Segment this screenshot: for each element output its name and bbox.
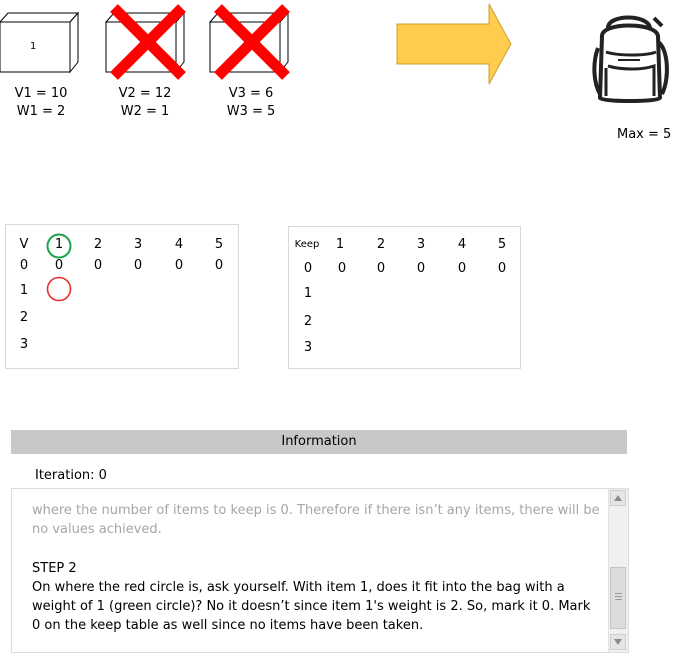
keep-table-row-label: 0 [303,261,313,276]
box-icon [0,11,80,74]
value-table-row-label: 3 [19,337,29,352]
red-circle-marker [46,276,72,302]
value-table-header-2: 2 [93,237,103,252]
value-table-cell: 0 [214,258,224,273]
item-1: 1 [0,6,80,86]
item-3-value: V3 = 6 [228,86,274,101]
item-2-value: V2 = 12 [118,86,172,101]
value-table-cell: 0 [133,258,143,273]
keep-table-cell: 0 [376,261,386,276]
item-1-weight: W1 = 2 [16,104,66,119]
item-1-box-label: 1 [30,41,37,52]
backpack-icon [592,15,669,103]
keep-table-cell: 0 [337,261,347,276]
item-3-labels: V3 = 6 W3 = 5 [201,85,301,121]
previous-step-text: where the number of items to keep is 0. … [32,503,600,537]
value-table-cell: 0 [54,258,64,273]
keep-table-row-label: 3 [303,340,313,355]
value-table: V 1 2 3 4 5 0 0 0 0 0 0 1 2 3 [5,224,239,369]
value-table-row-label: 2 [19,310,29,325]
keep-table-row-label: 2 [303,314,313,329]
value-table-cell: 0 [174,258,184,273]
value-table-header-3: 3 [133,237,143,252]
keep-table-cell: 0 [416,261,426,276]
value-table-row-label: 1 [19,283,29,298]
item-2 [104,4,186,86]
value-table-header-4: 4 [174,237,184,252]
keep-table-row-label: 1 [303,286,313,301]
scroll-up-icon[interactable] [610,490,626,506]
item-1-labels: V1 = 10 W1 = 2 [0,85,91,121]
information-header: Information [11,430,627,454]
item-1-value: V1 = 10 [14,86,68,101]
keep-table-header-keep: Keep [294,239,320,250]
value-table-row-label: 0 [19,258,29,273]
keep-table: Keep 1 2 3 4 5 0 0 0 0 0 0 1 2 3 [288,226,521,369]
keep-table-cell: 0 [497,261,507,276]
cross-icon [214,4,290,80]
vertical-scrollbar[interactable] [608,489,628,652]
step-title: STEP 2 [32,561,77,576]
keep-table-header-5: 5 [497,237,507,252]
keep-table-header-4: 4 [457,237,467,252]
arrow-right-icon [396,3,512,85]
value-table-header-5: 5 [214,237,224,252]
cross-icon [110,4,186,80]
iteration-label: Iteration: 0 [35,468,107,483]
keep-table-header-2: 2 [376,237,386,252]
keep-table-header-1: 1 [335,237,345,252]
item-3 [208,4,290,86]
step-body: On where the red circle is, ask yourself… [32,580,591,633]
item-2-weight: W2 = 1 [120,104,170,119]
max-weight-label: Max = 5 [617,127,672,142]
green-circle-marker [46,233,72,259]
keep-table-cell: 0 [457,261,467,276]
item-3-weight: W3 = 5 [226,104,276,119]
item-2-labels: V2 = 12 W2 = 1 [95,85,195,121]
value-table-cell: 0 [93,258,103,273]
value-table-header-v: V [19,237,29,252]
scroll-down-icon[interactable] [610,634,626,650]
keep-table-header-3: 3 [416,237,426,252]
scrollbar-thumb[interactable] [610,567,626,629]
information-text-box[interactable]: where the number of items to keep is 0. … [11,488,629,653]
